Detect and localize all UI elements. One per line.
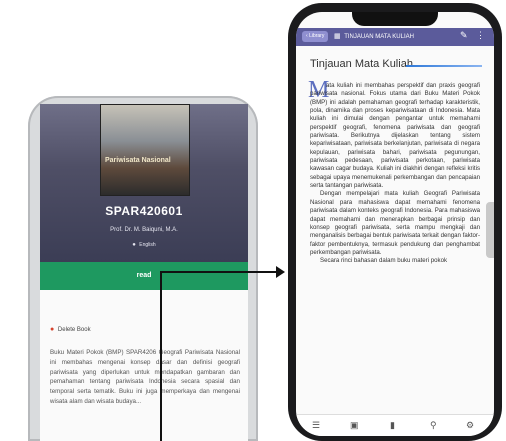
book-description: Buku Materi Pokok (BMP) SPAR4206 Geograf… xyxy=(50,349,240,405)
settings-icon[interactable]: ⚙ xyxy=(466,420,474,431)
book-language: ● English xyxy=(40,242,248,248)
paragraph-2: Dengan mempelajari mata kuliah Geografi … xyxy=(310,190,480,256)
delete-book-label: Delete Book xyxy=(57,327,91,333)
delete-book-link[interactable]: ● Delete Book xyxy=(50,326,91,333)
globe-icon: ● xyxy=(132,242,136,248)
trash-icon: ● xyxy=(50,326,55,333)
book-code: SPAR420601 xyxy=(105,204,183,218)
phone-notch xyxy=(352,12,438,26)
arrow-head xyxy=(276,266,285,278)
bookmark-icon[interactable]: ▮ xyxy=(390,420,395,431)
reader-toolbar: ☰ ▣ ▮ ⚲ ⚙ xyxy=(296,414,494,436)
book-cover[interactable]: Pariwisata Nasional xyxy=(100,104,190,196)
scroll-handle[interactable] xyxy=(486,202,494,258)
arrow-line xyxy=(160,271,208,273)
search-icon[interactable]: ⚲ xyxy=(430,420,437,431)
section-title: Tinjauan Mata Kuliah xyxy=(310,58,413,70)
image-icon[interactable]: ▣ xyxy=(350,420,359,431)
reader-header-title: ▦ TINJAUAN MATA KULIAH xyxy=(334,32,454,40)
paragraph-1: ata kuliah ini membahas perspektif dan p… xyxy=(310,82,480,190)
back-label: Library xyxy=(309,33,325,39)
header-title-text: TINJAUAN MATA KULIAH xyxy=(344,34,414,40)
document-icon: ▦ xyxy=(334,33,341,40)
cover-title: Pariwisata Nasional xyxy=(105,157,171,164)
back-button[interactable]: ‹ Library xyxy=(302,31,329,42)
book-author: Prof. Dr. M. Baiquni, M.A. xyxy=(110,227,178,233)
chevron-left-icon: ‹ xyxy=(306,33,308,39)
reader-topbar: ‹ Library ▦ TINJAUAN MATA KULIAH ✎ ⋮ xyxy=(296,28,494,46)
arrow-line xyxy=(206,271,276,273)
edit-icon[interactable]: ✎ xyxy=(460,30,468,41)
reader-screen: ‹ Library ▦ TINJAUAN MATA KULIAH ✎ ⋮ Tin… xyxy=(296,12,494,436)
reader-body: ata kuliah ini membahas perspektif dan p… xyxy=(310,82,480,404)
arrow-line-vertical xyxy=(160,272,162,441)
paragraph-3: Secara rinci bahasan dalam buku materi p… xyxy=(320,257,448,265)
book-hero: Pariwisata Nasional SPAR420601 Prof. Dr.… xyxy=(40,104,248,262)
title-underline xyxy=(406,65,482,67)
language-label: English xyxy=(139,242,156,248)
list-icon[interactable]: ☰ xyxy=(312,420,320,431)
read-button[interactable]: read xyxy=(40,262,248,290)
menu-icon[interactable]: ⋮ xyxy=(476,30,485,41)
